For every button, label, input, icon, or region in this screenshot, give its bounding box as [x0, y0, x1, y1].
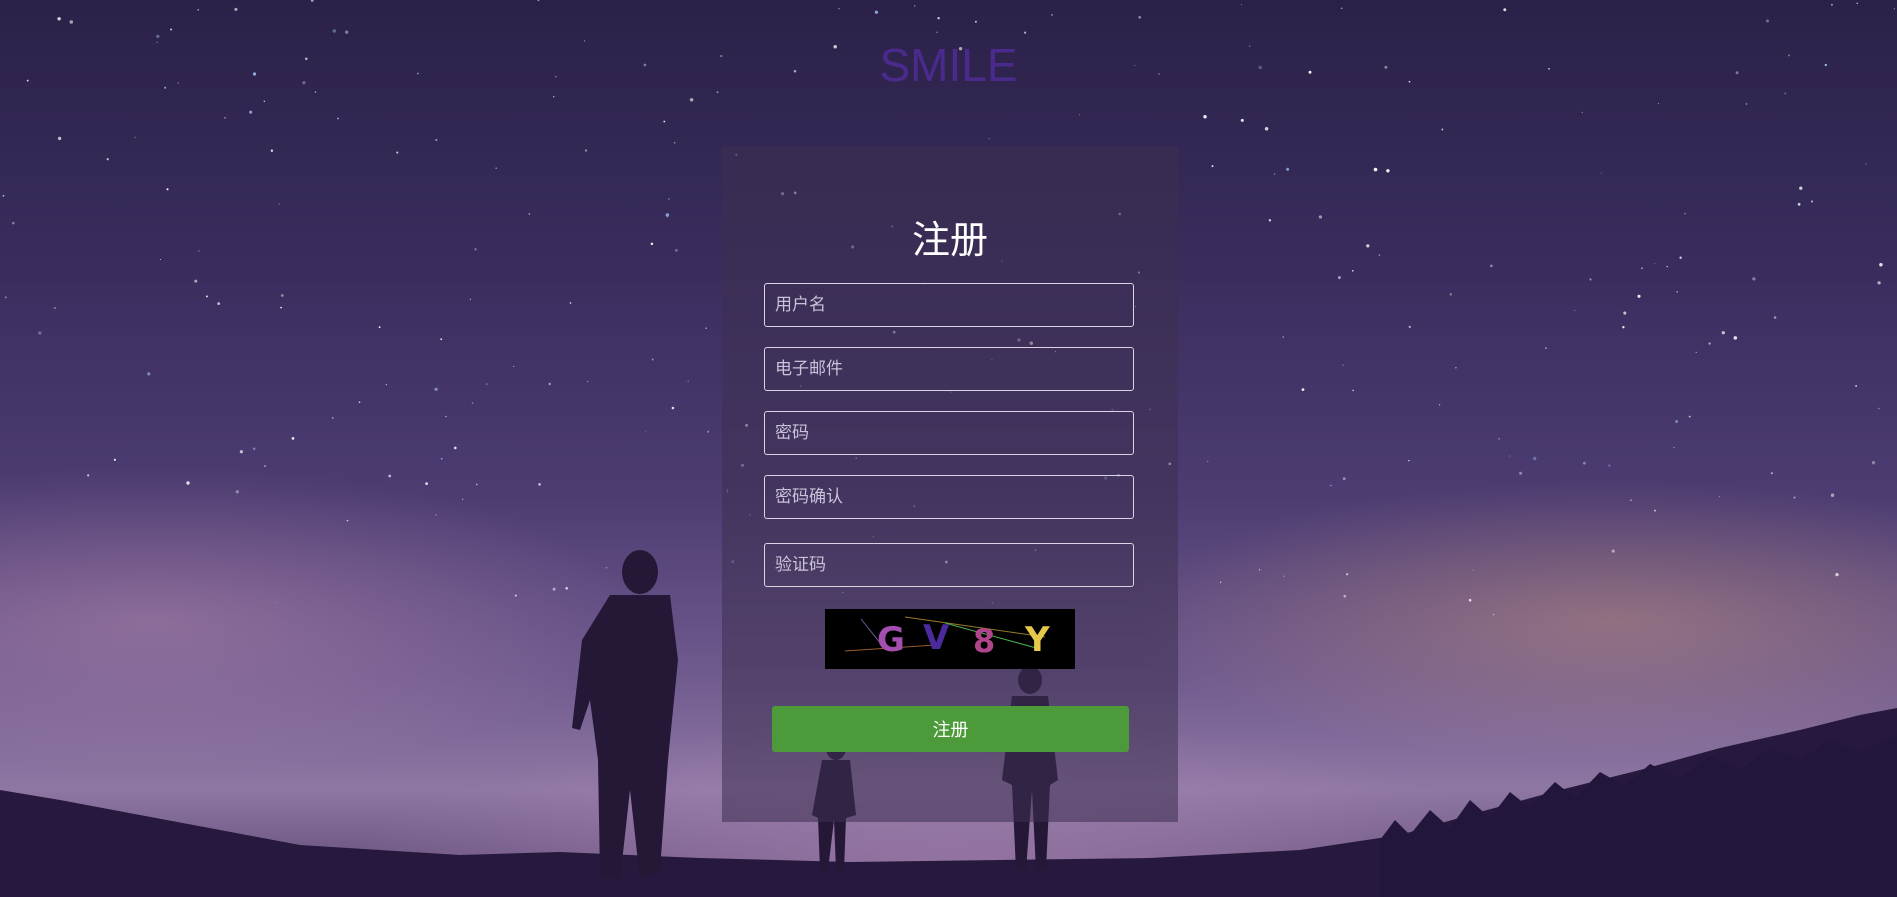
treeline-silhouette: [1380, 735, 1897, 897]
captcha-char: 8: [973, 622, 995, 660]
captcha-char: G: [877, 620, 905, 660]
username-input[interactable]: [764, 283, 1134, 327]
password-confirm-input[interactable]: [764, 475, 1134, 519]
captcha-image[interactable]: G V 8 Y: [825, 609, 1075, 669]
person-silhouette: [572, 550, 678, 880]
register-button[interactable]: 注册: [772, 706, 1129, 752]
captcha-input[interactable]: [764, 543, 1134, 587]
captcha-char: Y: [1024, 620, 1050, 660]
brand-logo: SMILE: [879, 39, 1018, 91]
background-scene: SMILE 注册 G V 8 Y 注册: [0, 0, 1897, 897]
page-title: 注册: [911, 218, 988, 262]
register-card: 注册 G V 8 Y 注册: [722, 147, 1178, 822]
email-input[interactable]: [764, 347, 1134, 391]
captcha-char: V: [923, 618, 950, 658]
password-input[interactable]: [764, 411, 1134, 455]
